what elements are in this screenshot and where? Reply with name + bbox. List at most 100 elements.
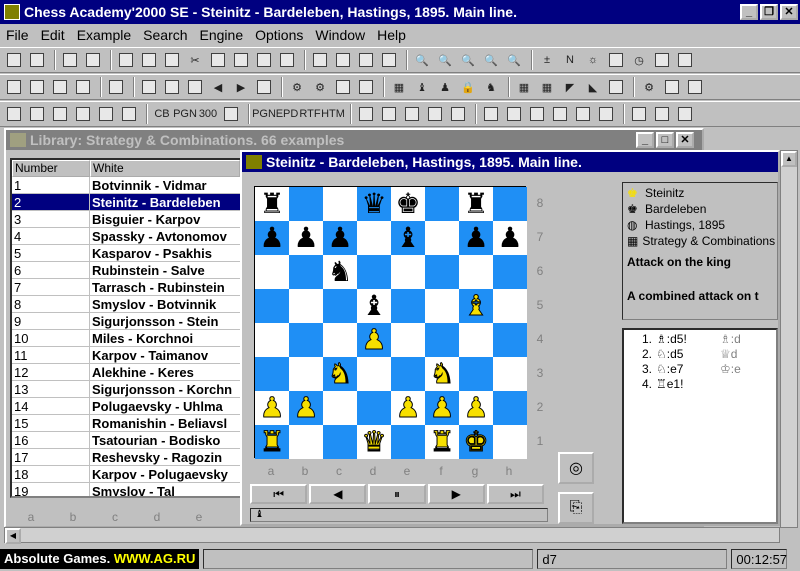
board-square[interactable] [323, 289, 357, 323]
gear1-icon[interactable]: ⚙ [287, 77, 307, 97]
pgn-format-icon[interactable]: PGN [173, 104, 197, 124]
black-rook-icon[interactable]: ♜ [259, 187, 284, 221]
board-square[interactable]: ♛ [357, 187, 391, 221]
board-square[interactable] [323, 187, 357, 221]
board-square[interactable] [425, 255, 459, 289]
column-header-white[interactable]: White [90, 160, 240, 177]
g1-icon[interactable] [356, 104, 376, 124]
white-move[interactable]: ♖e1! [656, 377, 720, 392]
table-row[interactable]: 8 Smyslov - Botvinnik [12, 296, 240, 313]
game-icon[interactable] [27, 50, 47, 70]
board-square[interactable]: ♜ [459, 187, 493, 221]
board-square[interactable] [255, 357, 289, 391]
k1-icon[interactable] [629, 104, 649, 124]
search-icon[interactable]: 🔍 [412, 50, 432, 70]
flip-board-icon[interactable]: ▦ [514, 77, 534, 97]
black-pawn-icon[interactable]: ♟ [293, 221, 318, 255]
black-knight-icon[interactable]: ♞ [327, 255, 352, 289]
cut-icon[interactable]: ✂ [185, 50, 205, 70]
sun-icon[interactable]: ☼ [583, 50, 603, 70]
triangle2-icon[interactable]: ◣ [583, 77, 603, 97]
htm-export-icon[interactable]: HTM [321, 104, 345, 124]
hint-button[interactable]: ◎ [558, 452, 594, 484]
black-pawn-icon[interactable]: ♟ [463, 221, 488, 255]
white-move[interactable]: ♗:d5! [656, 332, 720, 347]
scroll-up-arrow[interactable]: ▲ [781, 151, 797, 167]
pause-button[interactable]: ⏸ [368, 484, 426, 504]
bishop-icon[interactable]: ♝ [412, 77, 432, 97]
menu-example[interactable]: Example [71, 27, 137, 43]
board-square[interactable] [493, 357, 527, 391]
board-square[interactable]: ♜ [255, 187, 289, 221]
table-row[interactable]: 5 Kasparov - Psakhis [12, 245, 240, 262]
copy-icon[interactable] [208, 50, 228, 70]
table-row[interactable]: 3 Bisguier - Karpov [12, 211, 240, 228]
layout2-icon[interactable] [27, 77, 47, 97]
eraser-icon[interactable] [379, 50, 399, 70]
board-square[interactable] [459, 357, 493, 391]
maximize-button[interactable]: ❐ [760, 4, 778, 20]
export-icon[interactable] [685, 77, 705, 97]
g3-icon[interactable] [402, 104, 422, 124]
g2-icon[interactable] [379, 104, 399, 124]
paste-icon[interactable] [231, 50, 251, 70]
menu-edit[interactable]: Edit [35, 27, 71, 43]
board-square[interactable]: ♚ [391, 187, 425, 221]
horizontal-scrollbar[interactable]: ◀ [4, 527, 780, 544]
column-header-number[interactable]: Number [12, 160, 90, 177]
board-square[interactable] [357, 221, 391, 255]
board-square[interactable] [289, 323, 323, 357]
search-next-icon[interactable]: 🔍 [435, 50, 455, 70]
library-close-button[interactable]: ✕ [676, 132, 694, 148]
board-square[interactable] [459, 323, 493, 357]
board-square[interactable] [391, 357, 425, 391]
board-square[interactable] [493, 425, 527, 459]
board-square[interactable]: ♚ [459, 425, 493, 459]
table-row[interactable]: 9 Sigurjonsson - Stein [12, 313, 240, 330]
f3-icon[interactable] [50, 104, 70, 124]
black-king-icon[interactable]: ♚ [395, 187, 420, 221]
screen-icon[interactable] [675, 50, 695, 70]
board-square[interactable] [357, 255, 391, 289]
board2-icon[interactable]: ▦ [537, 77, 557, 97]
board-square[interactable] [289, 357, 323, 391]
board-square[interactable]: ♛ [357, 425, 391, 459]
copy-pages-button[interactable]: ⎘ [558, 492, 594, 524]
table-row[interactable]: 14 Polugaevsky - Uhlma [12, 398, 240, 415]
find-icon[interactable]: 🔍 [504, 50, 524, 70]
f4-icon[interactable] [73, 104, 93, 124]
menu-engine[interactable]: Engine [194, 27, 250, 43]
doc2-icon[interactable] [333, 77, 353, 97]
table-row[interactable]: 11 Karpov - Taimanov [12, 347, 240, 364]
white-king-icon[interactable]: ♚ [463, 425, 489, 459]
zoom-in-icon[interactable]: 🔍 [458, 50, 478, 70]
table-row[interactable]: 4 Spassky - Avtonomov [12, 228, 240, 245]
moves-panel[interactable]: 1. ♗:d5! ♗:d 2. ♘:d5 ♕d 3. ♘:e7 ♔:e 4. ♖e1! [622, 328, 778, 524]
board-square[interactable] [255, 255, 289, 289]
white-pawn-icon[interactable]: ♟ [361, 323, 387, 357]
table-row[interactable]: 16 Tsatourian - Bodisko [12, 432, 240, 449]
last-move-button[interactable]: ⏭ [486, 484, 545, 504]
doc-icon[interactable] [310, 50, 330, 70]
lock-icon[interactable]: 🔒 [458, 77, 478, 97]
board-square[interactable]: ♝ [391, 221, 425, 255]
move-row[interactable]: 3. ♘:e7 ♔:e [626, 362, 774, 377]
black-pawn-icon[interactable]: ♟ [327, 221, 352, 255]
notation-icon[interactable]: N [560, 50, 580, 70]
board-square[interactable] [289, 425, 323, 459]
board-square[interactable] [255, 323, 289, 357]
close-button[interactable]: ✕ [780, 4, 798, 20]
table-row[interactable]: 18 Karpov - Polugaevsky [12, 466, 240, 483]
board-square[interactable] [493, 289, 527, 323]
move-row[interactable]: 2. ♘:d5 ♕d [626, 347, 774, 362]
white-pawn-icon[interactable]: ♟ [293, 391, 319, 425]
white-rook-icon[interactable]: ♜ [259, 425, 285, 459]
board-square[interactable] [357, 357, 391, 391]
move-row[interactable]: 1. ♗:d5! ♗:d [626, 332, 774, 347]
board-square[interactable]: ♞ [323, 357, 357, 391]
layout3-icon[interactable] [50, 77, 70, 97]
save-icon[interactable] [116, 50, 136, 70]
library-grid[interactable]: Number White 1 Botvinnik - Vidmar 2 Steinit… [10, 158, 242, 498]
table-row[interactable]: 2 Steinitz - Bardeleben [12, 194, 240, 211]
layout4-icon[interactable] [73, 77, 93, 97]
